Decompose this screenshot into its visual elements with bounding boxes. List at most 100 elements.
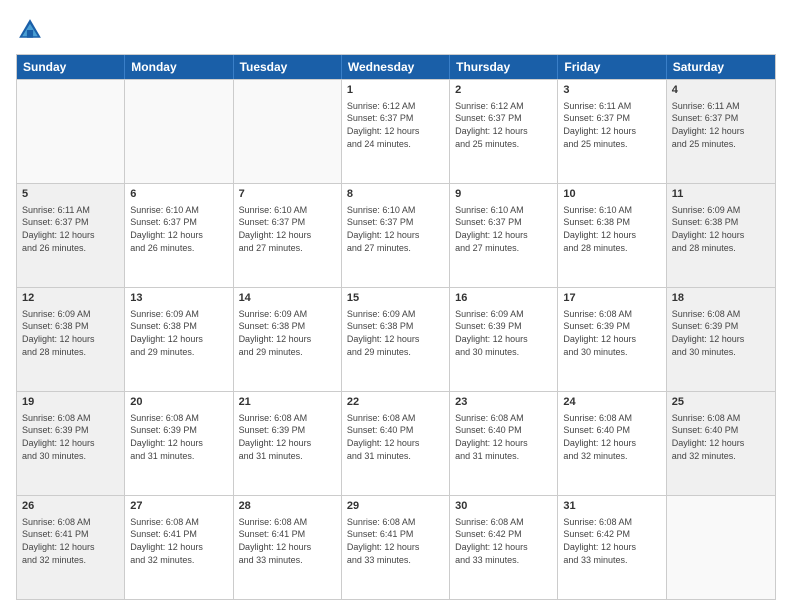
day-info: Sunrise: 6:08 AM Sunset: 6:41 PM Dayligh… xyxy=(347,516,444,566)
empty-cell-4-6 xyxy=(667,496,775,599)
day-cell-20: 20Sunrise: 6:08 AM Sunset: 6:39 PM Dayli… xyxy=(125,392,233,495)
day-number: 15 xyxy=(347,291,444,306)
day-cell-26: 26Sunrise: 6:08 AM Sunset: 6:41 PM Dayli… xyxy=(17,496,125,599)
day-cell-31: 31 Sunrise: 6:08 AM Sunset: 6:42 PM Dayli… xyxy=(558,496,666,599)
day-info: Sunrise: 6:09 AM Sunset: 6:38 PM Dayligh… xyxy=(22,308,119,358)
day-number: 31 xyxy=(563,499,660,514)
day-number: 10 xyxy=(563,187,660,202)
day-number: 23 xyxy=(455,395,552,410)
day-number: 24 xyxy=(563,395,660,410)
day-number: 17 xyxy=(563,291,660,306)
day-number: 21 xyxy=(239,395,336,410)
day-info: Sunrise: 6:08 AM Sunset: 6:40 PM Dayligh… xyxy=(672,412,770,462)
day-number: 6 xyxy=(130,187,227,202)
day-cell-8: 8 Sunrise: 6:10 AM Sunset: 6:37 PM Daylig… xyxy=(342,184,450,287)
day-number: 4 xyxy=(672,83,770,98)
day-cell-28: 28 Sunrise: 6:08 AM Sunset: 6:41 PM Dayli… xyxy=(234,496,342,599)
day-cell-23: 23 Sunrise: 6:08 AM Sunset: 6:40 PM Dayli… xyxy=(450,392,558,495)
day-info: Sunrise: 6:08 AM Sunset: 6:40 PM Dayligh… xyxy=(455,412,552,462)
day-number: 19 xyxy=(22,395,119,410)
day-number: 9 xyxy=(455,187,552,202)
day-cell-17: 17Sunrise: 6:08 AM Sunset: 6:39 PM Dayli… xyxy=(558,288,666,391)
day-header-sunday: Sunday xyxy=(17,55,125,79)
day-header-tuesday: Tuesday xyxy=(234,55,342,79)
day-info: Sunrise: 6:11 AM Sunset: 6:37 PM Dayligh… xyxy=(563,100,660,150)
day-number: 16 xyxy=(455,291,552,306)
day-number: 12 xyxy=(22,291,119,306)
day-cell-19: 19Sunrise: 6:08 AM Sunset: 6:39 PM Dayli… xyxy=(17,392,125,495)
day-number: 7 xyxy=(239,187,336,202)
day-header-monday: Monday xyxy=(125,55,233,79)
day-number: 3 xyxy=(563,83,660,98)
day-number: 14 xyxy=(239,291,336,306)
day-number: 8 xyxy=(347,187,444,202)
page-header xyxy=(16,16,776,44)
logo xyxy=(16,16,48,44)
calendar-body: 1Sunrise: 6:12 AM Sunset: 6:37 PM Daylig… xyxy=(17,79,775,599)
day-header-friday: Friday xyxy=(558,55,666,79)
calendar: SundayMondayTuesdayWednesdayThursdayFrid… xyxy=(16,54,776,600)
day-info: Sunrise: 6:10 AM Sunset: 6:37 PM Dayligh… xyxy=(455,204,552,254)
day-cell-21: 21 Sunrise: 6:08 AM Sunset: 6:39 PM Dayli… xyxy=(234,392,342,495)
day-info: Sunrise: 6:11 AM Sunset: 6:37 PM Dayligh… xyxy=(22,204,119,254)
day-cell-5: 5 Sunrise: 6:11 AM Sunset: 6:37 PM Daylig… xyxy=(17,184,125,287)
day-number: 2 xyxy=(455,83,552,98)
day-info: Sunrise: 6:08 AM Sunset: 6:41 PM Dayligh… xyxy=(239,516,336,566)
day-number: 1 xyxy=(347,83,444,98)
day-info: Sunrise: 6:09 AM Sunset: 6:38 PM Dayligh… xyxy=(239,308,336,358)
calendar-row-3: 12 Sunrise: 6:09 AM Sunset: 6:38 PM Dayli… xyxy=(17,287,775,391)
day-cell-7: 7 Sunrise: 6:10 AM Sunset: 6:37 PM Daylig… xyxy=(234,184,342,287)
day-header-saturday: Saturday xyxy=(667,55,775,79)
day-info: Sunrise: 6:08 AM Sunset: 6:42 PM Dayligh… xyxy=(455,516,552,566)
day-cell-30: 30 Sunrise: 6:08 AM Sunset: 6:42 PM Dayli… xyxy=(450,496,558,599)
empty-cell-0-0 xyxy=(17,80,125,183)
day-info: Sunrise: 6:08 AM Sunset: 6:40 PM Dayligh… xyxy=(563,412,660,462)
day-cell-12: 12 Sunrise: 6:09 AM Sunset: 6:38 PM Dayli… xyxy=(17,288,125,391)
calendar-row-2: 5 Sunrise: 6:11 AM Sunset: 6:37 PM Daylig… xyxy=(17,183,775,287)
day-info: Sunrise: 6:08 AM Sunset: 6:40 PM Dayligh… xyxy=(347,412,444,462)
day-info: Sunrise: 6:08 AM Sunset: 6:39 PM Dayligh… xyxy=(672,308,770,358)
day-info: Sunrise: 6:10 AM Sunset: 6:37 PM Dayligh… xyxy=(239,204,336,254)
day-info: Sunrise: 6:10 AM Sunset: 6:38 PM Dayligh… xyxy=(563,204,660,254)
day-number: 20 xyxy=(130,395,227,410)
day-info: Sunrise: 6:11 AM Sunset: 6:37 PM Dayligh… xyxy=(672,100,770,150)
day-info: Sunrise: 6:09 AM Sunset: 6:38 PM Dayligh… xyxy=(130,308,227,358)
day-info: Sunrise: 6:10 AM Sunset: 6:37 PM Dayligh… xyxy=(130,204,227,254)
logo-icon xyxy=(16,16,44,44)
day-cell-11: 11Sunrise: 6:09 AM Sunset: 6:38 PM Dayli… xyxy=(667,184,775,287)
day-number: 5 xyxy=(22,187,119,202)
day-number: 13 xyxy=(130,291,227,306)
day-cell-10: 10 Sunrise: 6:10 AM Sunset: 6:38 PM Dayli… xyxy=(558,184,666,287)
day-header-wednesday: Wednesday xyxy=(342,55,450,79)
empty-cell-0-1 xyxy=(125,80,233,183)
calendar-row-5: 26Sunrise: 6:08 AM Sunset: 6:41 PM Dayli… xyxy=(17,495,775,599)
calendar-row-4: 19 Sunrise: 6:08 AM Sunset: 6:39 PM Dayli… xyxy=(17,391,775,495)
day-number: 18 xyxy=(672,291,770,306)
day-cell-24: 24 Sunrise: 6:08 AM Sunset: 6:40 PM Dayli… xyxy=(558,392,666,495)
day-cell-14: 14 Sunrise: 6:09 AM Sunset: 6:38 PM Dayli… xyxy=(234,288,342,391)
day-cell-15: 15 Sunrise: 6:09 AM Sunset: 6:38 PM Dayli… xyxy=(342,288,450,391)
day-info: Sunrise: 6:09 AM Sunset: 6:39 PM Dayligh… xyxy=(455,308,552,358)
calendar-header-row: SundayMondayTuesdayWednesdayThursdayFrid… xyxy=(17,55,775,79)
day-info: Sunrise: 6:08 AM Sunset: 6:41 PM Dayligh… xyxy=(130,516,227,566)
day-info: Sunrise: 6:08 AM Sunset: 6:39 PM Dayligh… xyxy=(239,412,336,462)
day-info: Sunrise: 6:10 AM Sunset: 6:37 PM Dayligh… xyxy=(347,204,444,254)
day-info: Sunrise: 6:09 AM Sunset: 6:38 PM Dayligh… xyxy=(347,308,444,358)
day-info: Sunrise: 6:08 AM Sunset: 6:42 PM Dayligh… xyxy=(563,516,660,566)
day-number: 11 xyxy=(672,187,770,202)
day-cell-27: 27Sunrise: 6:08 AM Sunset: 6:41 PM Dayli… xyxy=(125,496,233,599)
day-number: 29 xyxy=(347,499,444,514)
day-cell-13: 13 Sunrise: 6:09 AM Sunset: 6:38 PM Dayli… xyxy=(125,288,233,391)
day-cell-2: 2Sunrise: 6:12 AM Sunset: 6:37 PM Daylig… xyxy=(450,80,558,183)
day-number: 22 xyxy=(347,395,444,410)
day-cell-22: 22 Sunrise: 6:08 AM Sunset: 6:40 PM Dayli… xyxy=(342,392,450,495)
empty-cell-0-2 xyxy=(234,80,342,183)
day-cell-16: 16 Sunrise: 6:09 AM Sunset: 6:39 PM Dayli… xyxy=(450,288,558,391)
day-cell-1: 1Sunrise: 6:12 AM Sunset: 6:37 PM Daylig… xyxy=(342,80,450,183)
day-info: Sunrise: 6:08 AM Sunset: 6:41 PM Dayligh… xyxy=(22,516,119,566)
day-number: 30 xyxy=(455,499,552,514)
day-cell-3: 3 Sunrise: 6:11 AM Sunset: 6:37 PM Daylig… xyxy=(558,80,666,183)
day-header-thursday: Thursday xyxy=(450,55,558,79)
day-cell-25: 25Sunrise: 6:08 AM Sunset: 6:40 PM Dayli… xyxy=(667,392,775,495)
day-number: 28 xyxy=(239,499,336,514)
